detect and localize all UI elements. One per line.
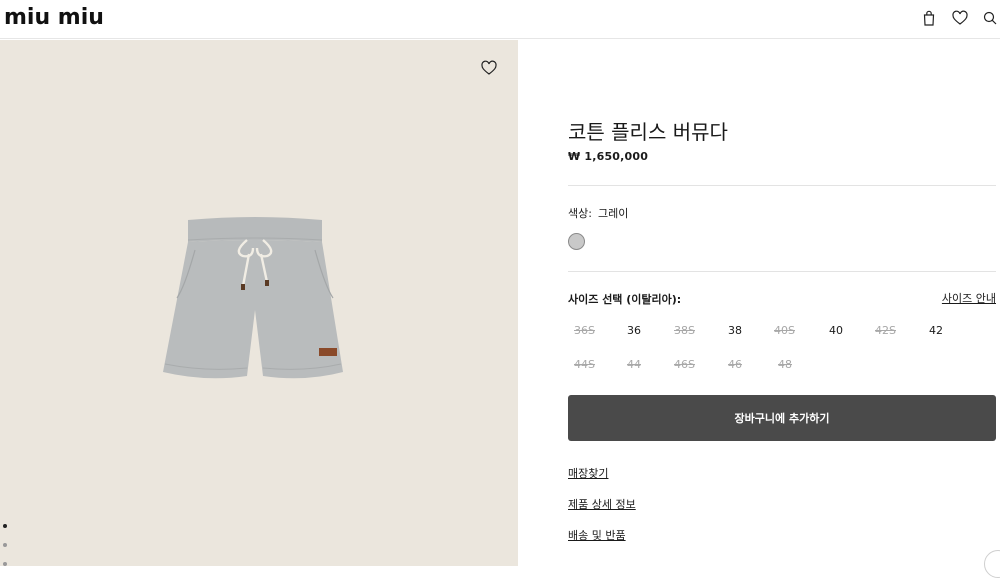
wishlist-heart-icon[interactable]	[479, 58, 499, 78]
gallery-dot-1[interactable]	[3, 524, 7, 528]
gallery-dot-2[interactable]	[3, 543, 7, 547]
floating-action-button[interactable]	[984, 550, 1000, 578]
size-option-48[interactable]: 48	[778, 356, 818, 374]
size-select-label: 사이즈 선택 (이탈리아):	[568, 293, 682, 306]
bag-icon[interactable]	[919, 8, 939, 28]
size-option-42s[interactable]: 42S	[875, 322, 915, 340]
size-option-44[interactable]: 44	[627, 356, 667, 374]
heart-icon[interactable]	[950, 8, 970, 28]
product-info: 코튼 플리스 버뮤다 ₩ 1,650,000 색상: 그레이 사이즈 선택 (이탈…	[568, 40, 996, 566]
size-option-46s[interactable]: 46S	[674, 356, 714, 374]
color-row: 색상: 그레이	[568, 205, 628, 221]
divider	[568, 185, 996, 186]
size-guide-link[interactable]: 사이즈 안내	[942, 290, 996, 306]
size-option-38[interactable]: 38	[728, 322, 768, 340]
gallery-dot-3[interactable]	[3, 562, 7, 566]
add-to-cart-button[interactable]: 장바구니에 추가하기	[568, 395, 996, 441]
color-value: 그레이	[597, 207, 629, 220]
divider	[568, 271, 996, 272]
brand-logo[interactable]: miu miu	[4, 6, 134, 28]
product-gallery[interactable]	[0, 40, 518, 566]
product-details-link[interactable]: 제품 상세 정보	[568, 496, 636, 512]
size-option-46[interactable]: 46	[728, 356, 768, 374]
size-option-40s[interactable]: 40S	[774, 322, 814, 340]
store-finder-link[interactable]: 매장찾기	[568, 465, 608, 481]
size-option-36[interactable]: 36	[627, 322, 667, 340]
size-option-36s[interactable]: 36S	[574, 322, 614, 340]
size-option-42[interactable]: 42	[929, 322, 969, 340]
size-option-38s[interactable]: 38S	[674, 322, 714, 340]
product-title: 코튼 플리스 버뮤다	[568, 120, 728, 144]
site-header: miu miu	[0, 0, 1000, 39]
brand-logo-text: miu miu	[4, 6, 104, 28]
size-option-40[interactable]: 40	[829, 322, 869, 340]
color-label: 색상:	[568, 207, 592, 220]
search-icon[interactable]	[980, 8, 1000, 28]
product-image-shorts	[163, 217, 343, 379]
shipping-returns-link[interactable]: 배송 및 반품	[568, 527, 626, 543]
product-price: ₩ 1,650,000	[568, 150, 649, 163]
size-option-44s[interactable]: 44S	[574, 356, 614, 374]
color-swatch-gray[interactable]	[568, 233, 585, 250]
